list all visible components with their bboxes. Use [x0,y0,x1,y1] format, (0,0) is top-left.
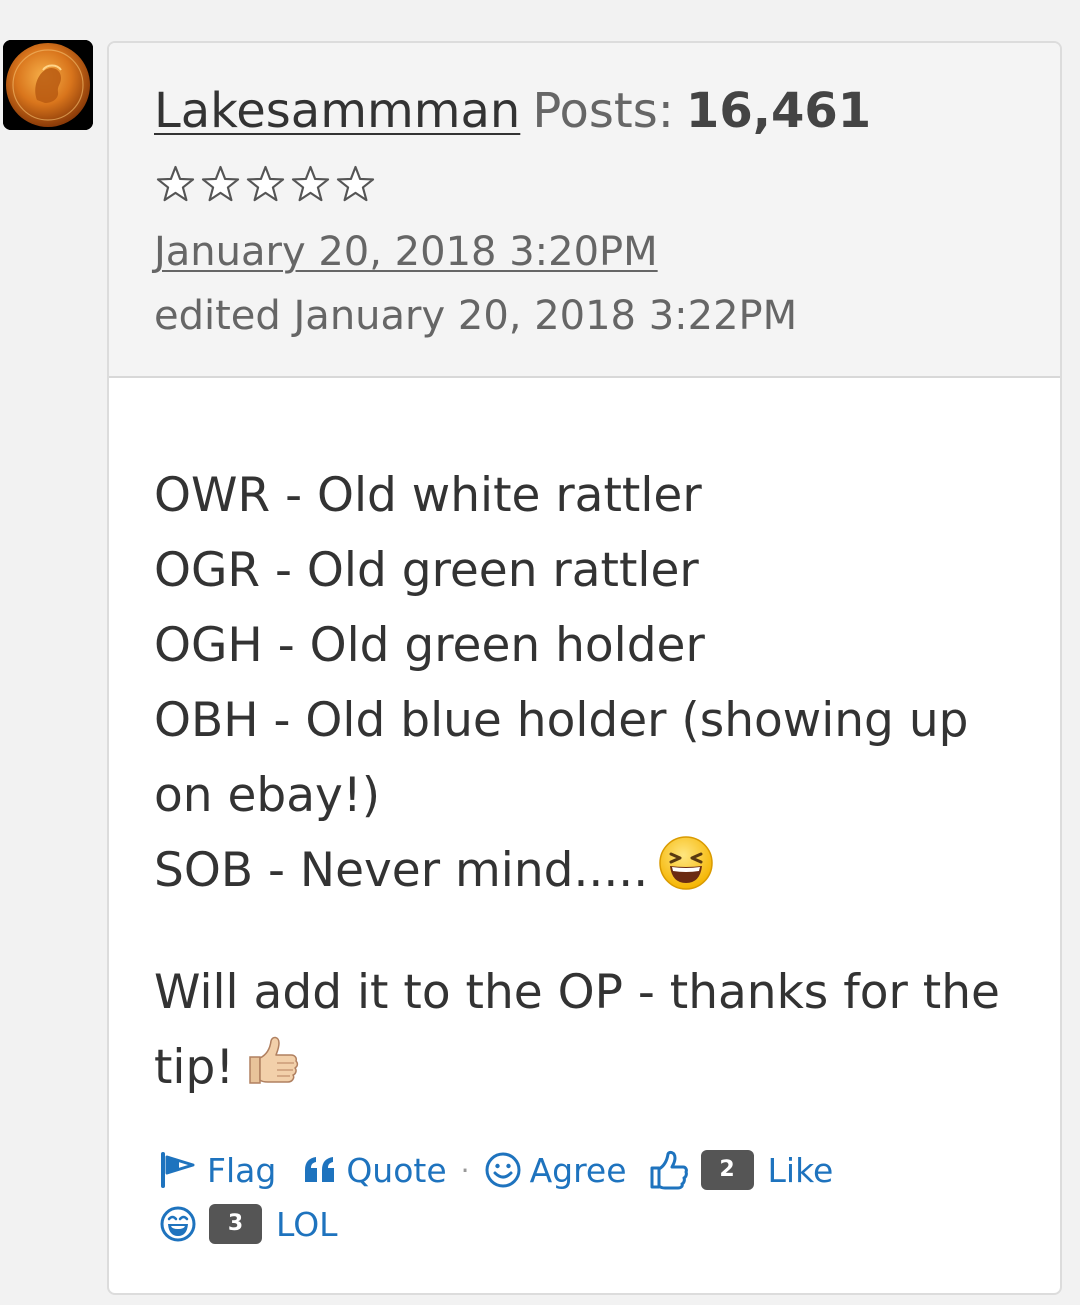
separator-dot: · [460,1153,470,1187]
laughing-face-icon [160,1206,196,1242]
author-meta: Lakesammman Posts: 16,461 [154,81,871,141]
body-line: OGH - Old green holder [154,618,705,673]
flag-label: Flag [207,1150,277,1190]
star-icon [291,165,330,202]
like-button[interactable]: 2 Like [649,1150,834,1190]
posts-label: Posts: [532,83,674,139]
comment-header: Lakesammman Posts: 16,461 January 20, 2018… [109,43,1060,378]
reaction-row: 3 LOL [159,1197,1019,1251]
body-line: OGR - Old green rattler [154,543,699,598]
star-icon [336,165,375,202]
body-line: OBH - Old blue holder (showing up [154,693,969,748]
agree-button[interactable]: Agree [484,1151,627,1190]
quote-button[interactable]: Quote [302,1150,447,1190]
body-line-text: tip! [154,1039,235,1095]
body-line: on ebay!) [154,768,381,823]
star-icon [201,165,240,202]
author-avatar[interactable] [3,40,93,130]
lol-label: LOL [276,1204,338,1244]
comment-card: Lakesammman Posts: 16,461 January 20, 2018… [107,41,1062,1295]
quote-icon [305,1157,335,1182]
quote-label: Quote [346,1150,447,1190]
author-name-link[interactable]: Lakesammman [154,83,520,139]
thumbs-up-emoji-icon [244,1031,300,1109]
lol-button[interactable]: 3 LOL [159,1204,338,1244]
comment-body: OWR - Old white rattler OGR - Old green … [154,458,1014,1109]
flag-button[interactable]: Flag [159,1151,276,1190]
flag-icon [161,1152,195,1188]
page: Lakesammman Posts: 16,461 January 20, 2018… [0,0,1080,1305]
thumbs-up-icon [650,1150,688,1190]
body-line-text: SOB - Never mind..... [154,843,649,898]
posts-count: 16,461 [685,83,872,139]
like-count-badge: 2 [700,1150,754,1190]
lol-count-badge: 3 [209,1204,262,1244]
reaction-row: Flag Quote · Agree 2 Like [159,1143,1019,1197]
body-line-with-emoji: SOB - Never mind..... [154,833,1014,913]
post-date-link[interactable]: January 20, 2018 3:20PM [154,226,658,278]
body-line: Will add it to the OP - thanks for the [154,964,1000,1020]
star-icon [246,165,285,202]
star-icon [156,165,195,202]
agree-label: Agree [529,1150,627,1190]
like-label: Like [767,1150,834,1190]
reaction-bar: Flag Quote · Agree 2 Like 3 LOL [159,1143,1019,1251]
coin-avatar-icon [3,40,93,130]
edited-timestamp: edited January 20, 2018 3:22PM [154,293,798,339]
body-line: OWR - Old white rattler [154,468,702,523]
rank-stars [156,165,375,205]
smile-icon [485,1152,521,1188]
laughing-emoji-icon [658,835,714,913]
body-line-with-emoji: tip! [154,1030,1014,1110]
